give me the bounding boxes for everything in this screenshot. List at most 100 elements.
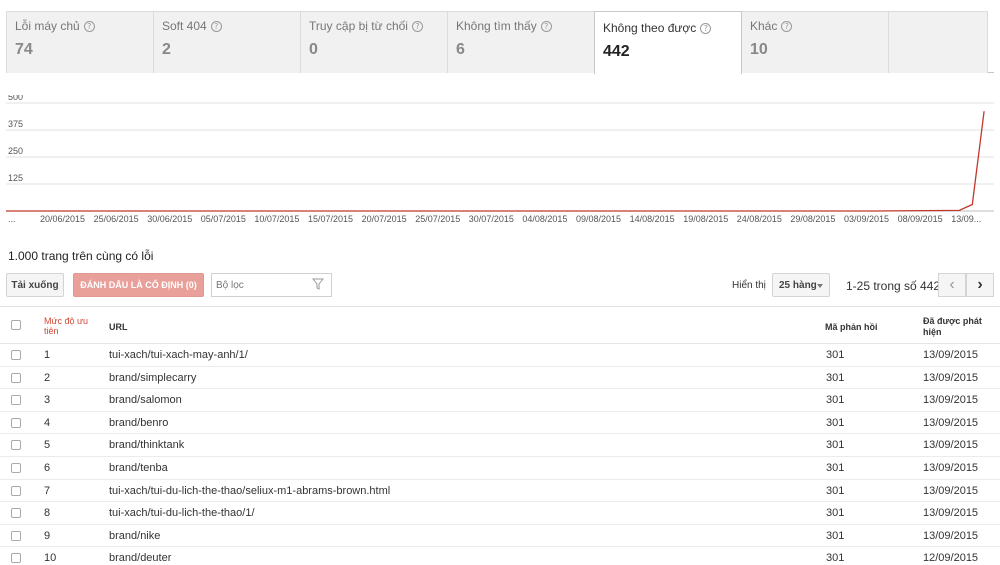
- cell-detected-date: 13/09/2015: [923, 394, 979, 407]
- x-tick-label: 20/07/2015: [362, 214, 407, 224]
- table-row[interactable]: 4 brand/benro 301 13/09/2015: [0, 412, 1000, 435]
- cell-response-code: 301: [826, 416, 845, 429]
- tab-count: 0: [309, 41, 318, 58]
- cell-detected-date: 13/09/2015: [923, 439, 979, 452]
- cell-url[interactable]: brand/deuter: [109, 552, 171, 564]
- tab-count: 2: [162, 41, 171, 58]
- filter-funnel-icon[interactable]: [312, 278, 324, 290]
- x-tick-label: 08/09/2015: [898, 214, 943, 224]
- cell-detected-date: 12/09/2015: [923, 552, 979, 565]
- x-tick-label: 13/09...: [951, 214, 981, 224]
- tab-not-followed[interactable]: Không theo được? 442: [594, 11, 742, 74]
- tab-other[interactable]: Khác? 10: [741, 11, 889, 73]
- rows-per-page-select[interactable]: 25 hàng: [772, 273, 830, 297]
- tab-access-denied[interactable]: Truy cập bị từ chối? 0: [300, 11, 448, 73]
- row-checkbox[interactable]: [11, 440, 21, 451]
- cell-url[interactable]: brand/salomon: [109, 394, 182, 406]
- y-tick-label: 125: [8, 173, 23, 183]
- row-checkbox[interactable]: [11, 417, 21, 428]
- row-checkbox[interactable]: [11, 508, 21, 519]
- table-row[interactable]: 2 brand/simplecarry 301 13/09/2015: [0, 367, 1000, 390]
- cell-url[interactable]: brand/tenba: [109, 462, 168, 474]
- x-tick-label: 10/07/2015: [254, 214, 299, 224]
- cell-priority: 8: [44, 507, 51, 520]
- previous-page-button[interactable]: ‹: [938, 273, 966, 297]
- column-header-detected[interactable]: Đã được phát hiện: [923, 316, 993, 338]
- cell-detected-date: 13/09/2015: [923, 507, 979, 520]
- x-tick-label: 19/08/2015: [683, 214, 728, 224]
- cell-response-code: 301: [826, 394, 845, 407]
- help-icon[interactable]: ?: [700, 22, 712, 34]
- help-icon[interactable]: ?: [83, 20, 95, 32]
- tab-label: Không theo được: [603, 21, 697, 35]
- tab-soft-404[interactable]: Soft 404? 2: [153, 11, 301, 73]
- row-checkbox[interactable]: [11, 350, 21, 360]
- cell-url[interactable]: tui-xach/tui-du-lich-the-thao/seliux-m1-…: [109, 485, 390, 497]
- cell-url[interactable]: brand/simplecarry: [109, 372, 196, 384]
- row-checkbox[interactable]: [11, 372, 21, 383]
- y-tick-label: 375: [8, 119, 23, 129]
- cell-priority: 10: [44, 552, 57, 565]
- tab-not-found[interactable]: Không tìm thấy? 6: [447, 11, 595, 73]
- cell-response-code: 301: [826, 507, 845, 520]
- cell-detected-date: 13/09/2015: [923, 484, 979, 497]
- table-row[interactable]: 7 tui-xach/tui-du-lich-the-thao/seliux-m1…: [0, 480, 1000, 503]
- table-row[interactable]: 6 brand/tenba 301 13/09/2015: [0, 457, 1000, 480]
- help-icon[interactable]: ?: [210, 20, 222, 32]
- column-header-response-code[interactable]: Mã phản hồi: [825, 322, 878, 332]
- x-tick-label: 05/07/2015: [201, 214, 246, 224]
- section-title: 1.000 trang trên cùng có lỗi: [8, 249, 154, 263]
- cell-priority: 4: [44, 416, 51, 429]
- show-label: Hiển thị: [732, 280, 766, 291]
- table-row[interactable]: 9 brand/nike 301 13/09/2015: [0, 525, 1000, 548]
- cell-url[interactable]: brand/benro: [109, 417, 168, 429]
- y-tick-label: 250: [8, 146, 23, 156]
- cell-response-code: 301: [826, 552, 845, 565]
- column-header-url[interactable]: URL: [109, 322, 128, 332]
- tab-count: 74: [15, 41, 33, 58]
- error-category-tabs: Lỗi máy chủ? 74 Soft 404? 2 Truy cập bị …: [6, 11, 994, 74]
- row-checkbox[interactable]: [11, 485, 21, 496]
- row-checkbox[interactable]: [11, 553, 21, 564]
- download-button[interactable]: Tải xuống: [6, 273, 64, 297]
- table-row[interactable]: 3 brand/salomon 301 13/09/2015: [0, 389, 1000, 412]
- tab-label: Khác: [750, 19, 778, 33]
- row-checkbox[interactable]: [11, 462, 21, 473]
- cell-response-code: 301: [826, 461, 845, 474]
- table-row[interactable]: 8 tui-xach/tui-du-lich-the-thao/1/301 13/0…: [0, 502, 1000, 525]
- help-icon[interactable]: ?: [411, 20, 423, 32]
- cell-url[interactable]: tui-xach/tui-xach-may-anh/1/: [109, 349, 248, 361]
- chevron-right-icon: ›: [977, 276, 983, 293]
- pagination-info: 1-25 trong số 442: [846, 279, 941, 293]
- tab-label: Lỗi máy chủ: [15, 19, 80, 33]
- table-row[interactable]: 1 tui-xach/tui-xach-may-anh/1/301 13/09/20…: [0, 344, 1000, 367]
- cell-priority: 7: [44, 484, 51, 497]
- cell-url[interactable]: brand/nike: [109, 530, 160, 542]
- cell-url[interactable]: tui-xach/tui-du-lich-the-thao/1/: [109, 507, 255, 519]
- tab-server-error[interactable]: Lỗi máy chủ? 74: [6, 11, 154, 73]
- cell-priority: 5: [44, 439, 51, 452]
- table-row[interactable]: 5 brand/thinktank 301 13/09/2015: [0, 434, 1000, 457]
- help-icon[interactable]: ?: [540, 20, 552, 32]
- cell-response-code: 301: [826, 371, 845, 384]
- x-tick-label: 04/08/2015: [522, 214, 567, 224]
- errors-over-time-chart: 500 375 250 125... 20/06/2015 25/06/2015 30/06…: [6, 95, 994, 224]
- row-checkbox[interactable]: [11, 395, 21, 406]
- table-row[interactable]: 10 brand/deuter 301 12/09/2015: [0, 547, 1000, 565]
- help-icon[interactable]: ?: [781, 20, 793, 32]
- x-tick-label: 30/07/2015: [469, 214, 514, 224]
- series-line: [6, 111, 985, 212]
- cell-url[interactable]: brand/thinktank: [109, 439, 184, 451]
- next-page-button[interactable]: ›: [966, 273, 994, 297]
- cell-response-code: 301: [826, 484, 845, 497]
- row-checkbox[interactable]: [11, 530, 21, 541]
- mark-as-fixed-button[interactable]: ĐÁNH DẤU LÀ CỐ ĐỊNH (0): [73, 273, 204, 297]
- cell-response-code: 301: [826, 349, 845, 361]
- table-body: 1 tui-xach/tui-xach-may-anh/1/301 13/09/20…: [0, 344, 1000, 565]
- column-header-priority[interactable]: Mức độ ưu tiên: [44, 316, 104, 336]
- select-all-checkbox[interactable]: [11, 320, 21, 330]
- tab-count: 10: [750, 41, 768, 58]
- cell-priority: 6: [44, 461, 51, 474]
- cell-priority: 2: [44, 371, 51, 384]
- x-tick-label: 24/08/2015: [737, 214, 782, 224]
